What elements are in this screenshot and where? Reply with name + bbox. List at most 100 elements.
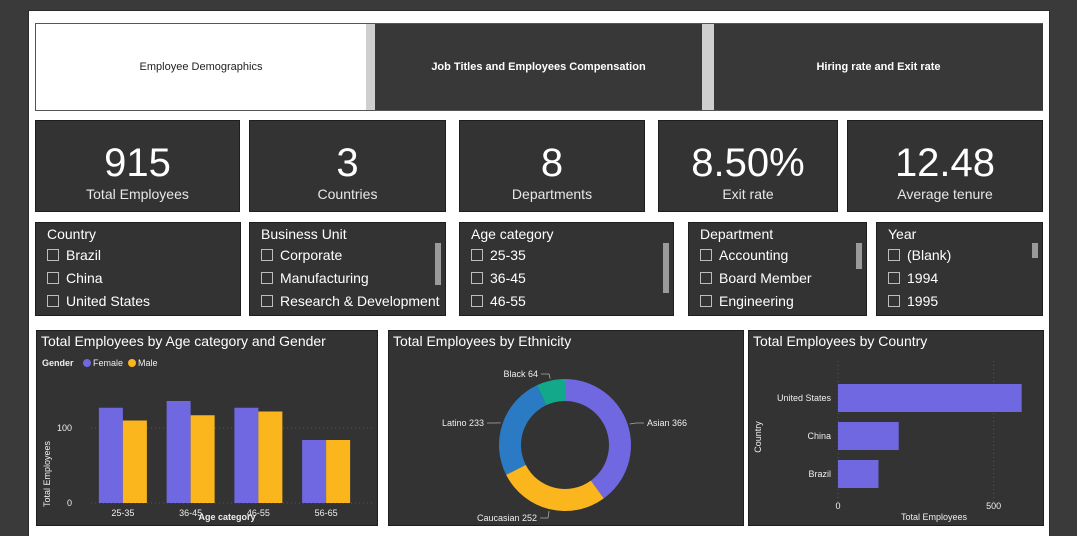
y-axis-label: Total Employees	[42, 440, 52, 507]
checkbox[interactable]	[261, 272, 273, 284]
kpi-card-total-employees: 915 Total Employees	[35, 120, 240, 212]
slicer-title: Business Unit	[261, 226, 347, 242]
slice-label-latino: Latino 233	[442, 418, 484, 428]
slicer-item-united-states[interactable]: United States	[47, 293, 150, 309]
kpi-value: 8.50%	[691, 141, 805, 185]
slicer-scrollbar[interactable]	[435, 243, 441, 285]
slicer-scrollbar[interactable]	[663, 243, 669, 293]
x-tick-label: 500	[986, 501, 1001, 511]
slicer-title: Year	[888, 226, 917, 242]
chart-legend: Gender Female Male	[42, 358, 158, 368]
chart-age-gender: Total Employees by Age category and Gend…	[36, 330, 378, 526]
kpi-value: 8	[540, 141, 564, 185]
slicer-item-brazil[interactable]: Brazil	[47, 247, 101, 263]
slicer-item-label: Engineering	[719, 293, 794, 309]
checkbox[interactable]	[888, 295, 900, 307]
kpi-card-departments: 8 Departments	[459, 120, 645, 212]
y-tick-label: China	[807, 431, 831, 441]
slicer-item-label: Board Member	[719, 270, 812, 286]
kpi-card-exit-rate: 8.50% Exit rate	[658, 120, 838, 212]
kpi-card-average-tenure: 12.48 Average tenure	[847, 120, 1043, 212]
bar-female-25-35[interactable]	[98, 407, 123, 503]
slicer-item-label: 25-35	[490, 247, 526, 263]
slicer-item-research-development[interactable]: Research & Development	[261, 293, 440, 309]
slicer-year: Year (Blank) 1994 1995	[876, 222, 1043, 316]
tab-hiring-exit-rate[interactable]: Hiring rate and Exit rate	[714, 24, 1043, 110]
y-tick-label: Brazil	[808, 469, 831, 479]
slicer-item-label: China	[66, 270, 103, 286]
checkbox[interactable]	[47, 272, 59, 284]
slice-caucasian[interactable]	[506, 464, 604, 511]
slicer-item-label: United States	[66, 293, 151, 309]
slicer-item-label: Manufacturing	[280, 270, 369, 286]
slicer-item-1994[interactable]: 1994	[888, 270, 938, 286]
bar-female-36-45[interactable]	[166, 401, 191, 503]
checkbox[interactable]	[888, 249, 900, 261]
slicer-title: Age category	[471, 226, 554, 242]
legend-female-swatch	[83, 359, 91, 367]
checkbox[interactable]	[700, 249, 712, 261]
slicer-item-corporate[interactable]: Corporate	[261, 247, 342, 263]
slicer-title: Department	[700, 226, 774, 242]
checkbox[interactable]	[700, 295, 712, 307]
slice-label-asian: Asian 366	[647, 418, 687, 428]
y-tick-label: United States	[777, 393, 832, 403]
kpi-card-countries: 3 Countries	[249, 120, 446, 212]
slicer-scrollbar[interactable]	[856, 243, 862, 269]
checkbox[interactable]	[261, 295, 273, 307]
bar-female-56-65[interactable]	[302, 440, 327, 503]
slicer-item-label: 1995	[907, 293, 939, 309]
slicer-item-board-member[interactable]: Board Member	[700, 270, 812, 286]
slicer-scrollbar[interactable]	[1032, 243, 1038, 258]
kpi-label: Average tenure	[897, 186, 993, 202]
bar-china[interactable]	[838, 422, 899, 450]
checkbox[interactable]	[888, 272, 900, 284]
report-canvas: Employee Demographics Job Titles and Emp…	[28, 10, 1050, 536]
tab-employee-demographics[interactable]: Employee Demographics	[36, 24, 366, 110]
slicer-item-36-45[interactable]: 36-45	[471, 270, 526, 286]
slicer-item-label: Corporate	[280, 247, 343, 263]
kpi-value: 3	[336, 141, 359, 185]
legend-male-swatch	[128, 359, 136, 367]
slicer-item-label: Accounting	[719, 247, 789, 263]
tab-job-titles-compensation[interactable]: Job Titles and Employees Compensation	[375, 24, 702, 110]
bar-male-36-45[interactable]	[190, 415, 215, 503]
bar-brazil[interactable]	[838, 460, 879, 488]
checkbox[interactable]	[471, 295, 483, 307]
checkbox[interactable]	[47, 295, 59, 307]
checkbox[interactable]	[471, 272, 483, 284]
x-tick-label: 56-65	[315, 508, 338, 518]
slicer-item-1995[interactable]: 1995	[888, 293, 938, 309]
page-navigator: Employee Demographics Job Titles and Emp…	[35, 23, 1043, 111]
leader-line	[541, 373, 551, 379]
slicer-item-label: 46-55	[490, 293, 526, 309]
legend-title: Gender	[42, 358, 74, 368]
checkbox[interactable]	[261, 249, 273, 261]
slicer-item-manufacturing[interactable]: Manufacturing	[261, 270, 369, 286]
bar-male-56-65[interactable]	[326, 440, 351, 503]
x-tick-label: 0	[835, 501, 840, 511]
slicer-title: Country	[47, 226, 97, 242]
legend-female-label: Female	[93, 358, 123, 368]
bar-male-46-55[interactable]	[258, 411, 283, 504]
bar-male-25-35[interactable]	[122, 420, 147, 504]
slice-asian[interactable]	[565, 379, 631, 499]
slicer-item-accounting[interactable]: Accounting	[700, 247, 788, 263]
slicer-item-label: 36-45	[490, 270, 526, 286]
checkbox[interactable]	[700, 272, 712, 284]
slicer-item-china[interactable]: China	[47, 270, 103, 286]
y-tick-label: 0	[67, 498, 72, 508]
slicer-item-25-35[interactable]: 25-35	[471, 247, 526, 263]
chart-country-svg: 0 500 United States China Brazil Country Tot…	[753, 361, 1022, 522]
slicer-item-46-55[interactable]: 46-55	[471, 293, 526, 309]
slicer-item-blank[interactable]: (Blank)	[888, 247, 951, 263]
kpi-value: 12.48	[894, 141, 996, 185]
chart-ethnicity-svg: Asian 366 Caucasian 252 Latino 233 Black 64	[442, 369, 687, 523]
kpi-label: Total Employees	[86, 186, 189, 202]
bar-female-46-55[interactable]	[234, 407, 259, 503]
checkbox[interactable]	[471, 249, 483, 261]
slicer-item-engineering[interactable]: Engineering	[700, 293, 794, 309]
checkbox[interactable]	[47, 249, 59, 261]
bar-united-states[interactable]	[838, 384, 1022, 412]
slice-latino[interactable]	[499, 385, 547, 475]
